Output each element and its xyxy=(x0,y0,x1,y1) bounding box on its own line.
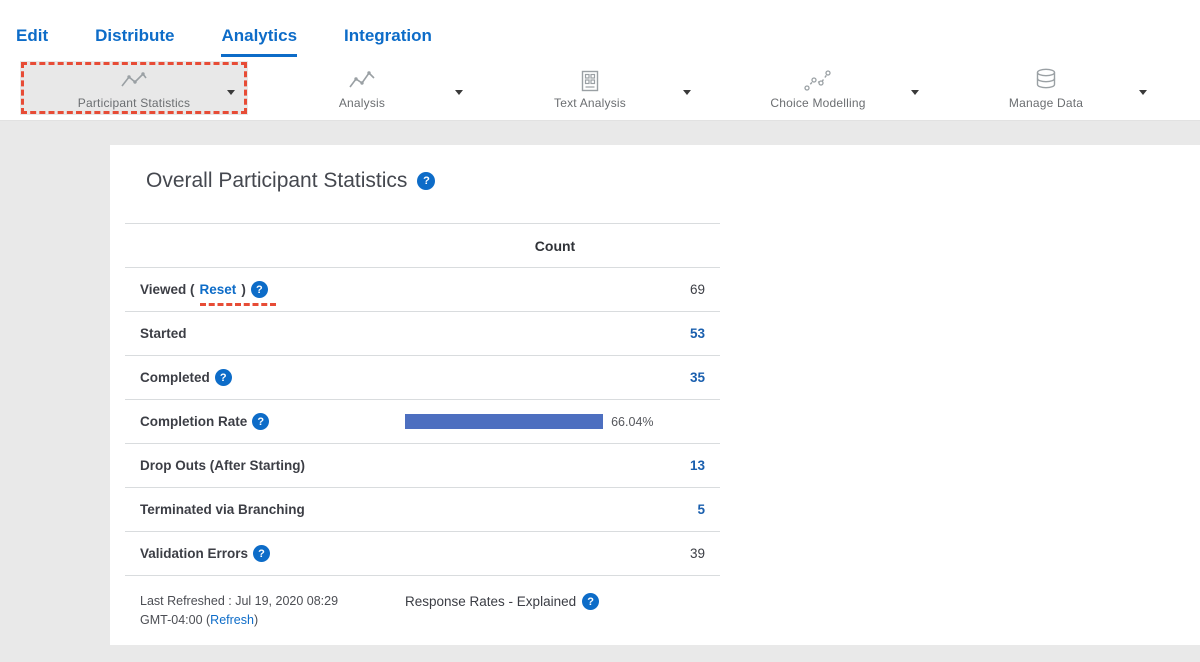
database-icon xyxy=(1033,67,1059,93)
toolbar-item-label: Manage Data xyxy=(1009,96,1083,110)
count-value: 69 xyxy=(690,282,705,297)
row-label: Viewed ( Reset ) ? xyxy=(140,281,405,298)
nav-tab-distribute[interactable]: Distribute xyxy=(95,26,174,57)
help-icon[interactable]: ? xyxy=(582,593,599,610)
row-label: Terminated via Branching xyxy=(140,502,405,517)
toolbar-item-choice-modelling[interactable]: Choice Modelling xyxy=(704,61,932,115)
toolbar-item-label: Choice Modelling xyxy=(770,96,865,110)
response-rates-explained: Response Rates - Explained ? xyxy=(405,592,705,610)
line-chart-icon xyxy=(347,67,377,93)
count-value: 35 xyxy=(690,370,705,385)
help-icon[interactable]: ? xyxy=(215,369,232,386)
row-label: Completion Rate ? xyxy=(140,413,405,430)
nav-tab-integration[interactable]: Integration xyxy=(344,26,432,57)
scatter-line-chart-icon xyxy=(804,67,832,93)
analytics-toolbar: Participant Statistics Analysis xyxy=(0,57,1200,121)
chevron-down-icon[interactable] xyxy=(227,90,235,95)
count-value: 13 xyxy=(690,458,705,473)
text-table-icon xyxy=(578,67,602,93)
table-header-row: Count xyxy=(125,224,720,268)
completion-rate-bar-fill xyxy=(405,414,603,429)
main-content-area: Overall Participant Statistics ? Count V… xyxy=(0,121,1200,662)
completion-rate-value: 66.04% xyxy=(611,415,653,429)
table-row-validation-errors: Validation Errors ? 39 xyxy=(125,532,720,576)
participant-statistics-table: Count Viewed ( Reset ) ? 69 xyxy=(125,223,720,576)
line-chart-icon xyxy=(119,67,149,93)
help-icon[interactable]: ? xyxy=(251,281,268,298)
count-column-header: Count xyxy=(535,238,575,254)
chevron-down-icon[interactable] xyxy=(911,90,919,95)
row-label: Completed ? xyxy=(140,369,405,386)
card-header: Overall Participant Statistics ? xyxy=(110,145,1200,193)
toolbar-item-manage-data[interactable]: Manage Data xyxy=(932,61,1160,115)
table-row-started: Started 53 xyxy=(125,312,720,356)
count-value: 5 xyxy=(697,502,705,517)
table-row-drop-outs: Drop Outs (After Starting) 13 xyxy=(125,444,720,488)
toolbar-item-label: Text Analysis xyxy=(554,96,626,110)
count-value: 53 xyxy=(690,326,705,341)
help-icon[interactable]: ? xyxy=(417,172,435,190)
annotation-red-underline xyxy=(200,303,276,306)
top-navigation: Edit Distribute Analytics Integration xyxy=(0,0,1200,57)
last-refreshed: Last Refreshed : Jul 19, 2020 08:29 GMT-… xyxy=(140,592,405,631)
page-title: Overall Participant Statistics xyxy=(146,169,407,193)
toolbar-item-label: Analysis xyxy=(339,96,385,110)
count-value: 39 xyxy=(690,546,705,561)
row-label: Started xyxy=(140,326,405,341)
row-label: Drop Outs (After Starting) xyxy=(140,458,405,473)
refresh-link[interactable]: Refresh xyxy=(210,613,254,627)
table-row-viewed: Viewed ( Reset ) ? 69 xyxy=(125,268,720,312)
table-row-terminated: Terminated via Branching 5 xyxy=(125,488,720,532)
table-row-completion-rate: Completion Rate ? 66.04% xyxy=(125,400,720,444)
nav-tab-edit[interactable]: Edit xyxy=(16,26,48,57)
toolbar-item-label: Participant Statistics xyxy=(78,96,190,110)
row-label: Validation Errors ? xyxy=(140,545,405,562)
toolbar-item-text-analysis[interactable]: Text Analysis xyxy=(476,61,704,115)
chevron-down-icon[interactable] xyxy=(455,90,463,95)
toolbar-item-participant-statistics[interactable]: Participant Statistics xyxy=(20,61,248,115)
reset-link[interactable]: Reset xyxy=(200,282,237,297)
table-footer: Last Refreshed : Jul 19, 2020 08:29 GMT-… xyxy=(125,592,720,631)
participant-statistics-card: Overall Participant Statistics ? Count V… xyxy=(110,145,1200,645)
chevron-down-icon[interactable] xyxy=(1139,90,1147,95)
nav-tab-analytics[interactable]: Analytics xyxy=(221,26,297,57)
help-icon[interactable]: ? xyxy=(253,545,270,562)
help-icon[interactable]: ? xyxy=(252,413,269,430)
toolbar-item-analysis[interactable]: Analysis xyxy=(248,61,476,115)
table-row-completed: Completed ? 35 xyxy=(125,356,720,400)
chevron-down-icon[interactable] xyxy=(683,90,691,95)
